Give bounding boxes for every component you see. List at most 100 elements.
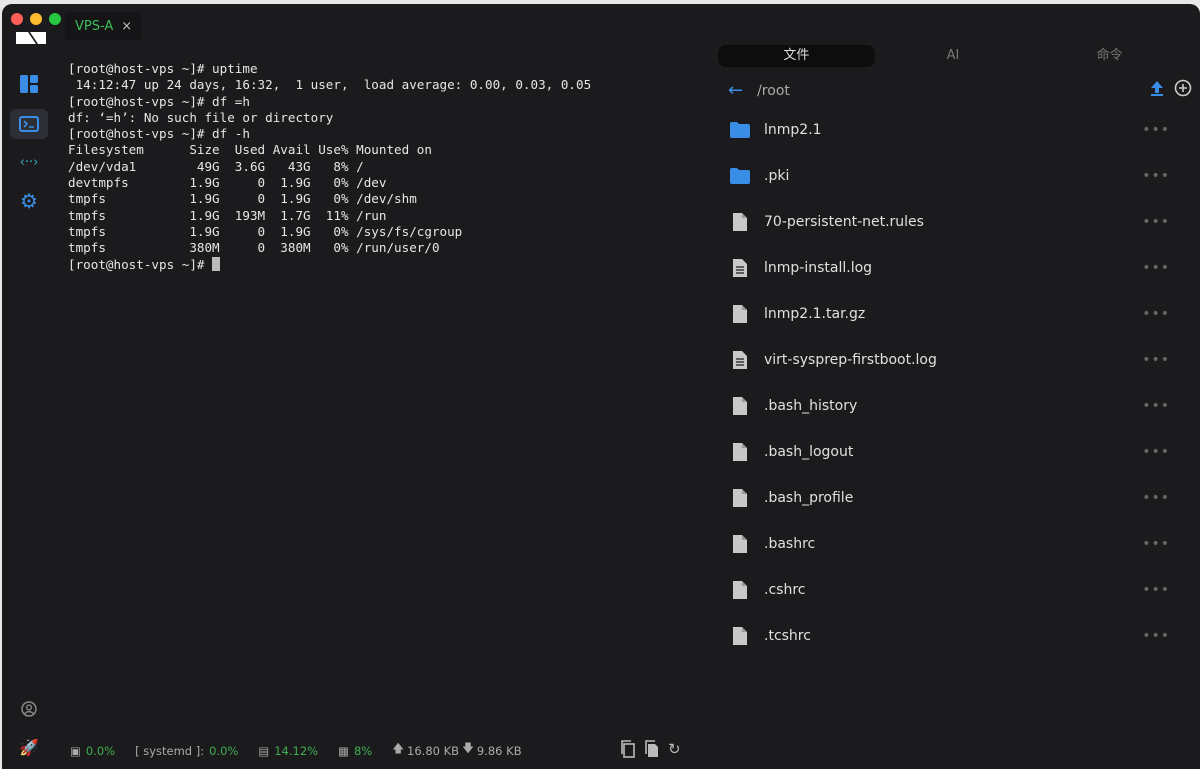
file-name: .cshrc xyxy=(764,582,806,598)
refresh-icon[interactable]: ↻ xyxy=(668,740,681,758)
file-list-item[interactable]: lnmp-install.log ••• xyxy=(730,253,1180,283)
file-icon xyxy=(733,443,747,461)
upload-arrow-icon: 🡅 xyxy=(392,741,405,755)
back-arrow-icon[interactable]: ← xyxy=(728,80,743,101)
process-usage: 0.0% xyxy=(209,743,239,758)
window-controls xyxy=(11,13,61,25)
terminal-line: tmpfs 1.9G 0 1.9G 0% /dev/shm xyxy=(68,191,417,207)
user-account-icon[interactable] xyxy=(10,694,48,724)
file-list-item[interactable]: .bash_profile ••• xyxy=(730,483,1180,513)
terminal-line: [root@host-vps ~]# df -h xyxy=(68,126,250,142)
status-bar: ▣ 0.0% [ systemd ]: 0.0% ▤ 14.12% ▦ 8% 🡅 16.8… xyxy=(70,741,536,760)
tab-vps-a[interactable]: VPS-A × xyxy=(65,12,143,40)
close-window-button[interactable] xyxy=(11,13,23,25)
maximize-window-button[interactable] xyxy=(49,13,61,25)
file-icon xyxy=(733,489,747,507)
memory-usage: 14.12% xyxy=(274,743,319,758)
file-name: .bash_profile xyxy=(764,490,854,506)
minimize-window-button[interactable] xyxy=(30,13,42,25)
tab-ai[interactable]: AI xyxy=(875,45,1032,67)
more-options-icon[interactable]: ••• xyxy=(1142,536,1170,552)
rocket-icon[interactable]: 🚀 xyxy=(10,732,48,762)
file-panel: 文件 AI 命令 ← /root lnmp2.1 ••• .pki ••• 70-per… xyxy=(710,4,1200,769)
app-window: VPS-A × ‹··› ⚙ 🚀 [root@host-vps ~]# upti… xyxy=(2,4,1200,769)
file-list-item[interactable]: .cshrc ••• xyxy=(730,575,1180,605)
terminal-line: Filesystem Size Used Avail Use% Mounted … xyxy=(68,142,432,158)
download-rate: 9.86 KB xyxy=(476,743,522,758)
copy-icon[interactable] xyxy=(620,740,636,758)
panel-tabs: 文件 AI 命令 xyxy=(718,45,1188,67)
more-options-icon[interactable]: ••• xyxy=(1142,352,1170,368)
more-options-icon[interactable]: ••• xyxy=(1142,398,1170,414)
file-list-item[interactable]: lnmp2.1 ••• xyxy=(730,115,1180,145)
more-options-icon[interactable]: ••• xyxy=(1142,214,1170,230)
file-list-item[interactable]: .pki ••• xyxy=(730,161,1180,191)
folder-icon xyxy=(730,168,750,184)
terminal-line: tmpfs 380M 0 380M 0% /run/user/0 xyxy=(68,240,440,256)
file-name: .bashrc xyxy=(764,536,816,552)
settings-gear-icon[interactable]: ⚙ xyxy=(10,186,48,216)
terminal-line: df: ‘=h’: No such file or directory xyxy=(68,109,334,125)
file-name: virt-sysprep-firstboot.log xyxy=(764,352,937,368)
file-list-item[interactable]: lnmp2.1.tar.gz ••• xyxy=(730,299,1180,329)
current-path: /root xyxy=(757,82,790,99)
dashboard-icon[interactable] xyxy=(10,69,48,99)
terminal-prompt: [root@host-vps ~]# xyxy=(68,256,213,272)
terminal-line: tmpfs 1.9G 193M 1.7G 11% /run xyxy=(68,207,387,223)
file-name: .bash_history xyxy=(764,398,858,414)
upload-rate: 16.80 KB xyxy=(407,743,460,758)
more-options-icon[interactable]: ••• xyxy=(1142,582,1170,598)
terminal-line: [root@host-vps ~]# df =h xyxy=(68,93,250,109)
terminal-line: 14:12:47 up 24 days, 16:32, 1 user, load… xyxy=(68,77,592,93)
file-list-item[interactable]: .bash_history ••• xyxy=(730,391,1180,421)
more-options-icon[interactable]: ••• xyxy=(1142,628,1170,644)
more-options-icon[interactable]: ••• xyxy=(1142,444,1170,460)
more-options-icon[interactable]: ••• xyxy=(1142,306,1170,322)
paste-icon[interactable] xyxy=(644,740,660,758)
file-name: 70-persistent-net.rules xyxy=(764,214,924,230)
tab-commands[interactable]: 命令 xyxy=(1031,45,1188,67)
cpu-usage: 0.0% xyxy=(85,743,116,758)
terminal-output[interactable]: [root@host-vps ~]# uptime 14:12:47 up 24… xyxy=(68,61,591,273)
app-logo xyxy=(16,32,46,44)
cpu-icon: ▣ xyxy=(70,743,81,758)
file-list-item[interactable]: 70-persistent-net.rules ••• xyxy=(730,207,1180,237)
more-options-icon[interactable]: ••• xyxy=(1142,490,1170,506)
file-icon xyxy=(733,581,747,599)
terminal-icon[interactable] xyxy=(10,109,48,139)
file-name: .bash_logout xyxy=(764,444,854,460)
terminal-line: /dev/vda1 49G 3.6G 43G 8% / xyxy=(68,158,364,174)
terminal-line: tmpfs 1.9G 0 1.9G 0% /sys/fs/cgroup xyxy=(68,223,463,239)
process-label: [ systemd ]: xyxy=(135,743,205,758)
folder-icon xyxy=(730,122,750,138)
terminal-line: [root@host-vps ~]# uptime xyxy=(68,61,258,76)
file-name: lnmp2.1 xyxy=(764,122,822,138)
tab-title: VPS-A xyxy=(75,18,114,34)
more-options-icon[interactable]: ••• xyxy=(1142,260,1170,276)
terminal-line: devtmpfs 1.9G 0 1.9G 0% /dev xyxy=(68,175,387,191)
file-name: .pki xyxy=(764,168,790,184)
tab-close-icon[interactable]: × xyxy=(121,19,132,34)
text-file-icon xyxy=(733,351,747,369)
file-name: .tcshrc xyxy=(764,628,811,644)
file-name: lnmp-install.log xyxy=(764,260,873,276)
terminal-cursor xyxy=(212,256,221,271)
add-circle-icon[interactable] xyxy=(1174,79,1192,97)
disk-usage: 8% xyxy=(353,743,373,758)
file-name: lnmp2.1.tar.gz xyxy=(764,306,866,322)
file-icon xyxy=(733,535,747,553)
file-icon xyxy=(733,397,747,415)
file-list-item[interactable]: .tcshrc ••• xyxy=(730,621,1180,651)
more-options-icon[interactable]: ••• xyxy=(1142,122,1170,138)
upload-icon[interactable] xyxy=(1150,80,1164,96)
memory-icon: ▤ xyxy=(258,743,270,758)
file-list-item[interactable]: .bashrc ••• xyxy=(730,529,1180,559)
more-options-icon[interactable]: ••• xyxy=(1142,168,1170,184)
port-forward-icon[interactable]: ‹··› xyxy=(10,147,48,177)
download-arrow-icon: 🡇 xyxy=(462,741,474,755)
file-list-item[interactable]: .bash_logout ••• xyxy=(730,437,1180,467)
tab-files[interactable]: 文件 xyxy=(718,45,875,67)
text-file-icon xyxy=(733,259,747,277)
file-icon xyxy=(733,213,747,231)
file-list-item[interactable]: virt-sysprep-firstboot.log ••• xyxy=(730,345,1180,375)
